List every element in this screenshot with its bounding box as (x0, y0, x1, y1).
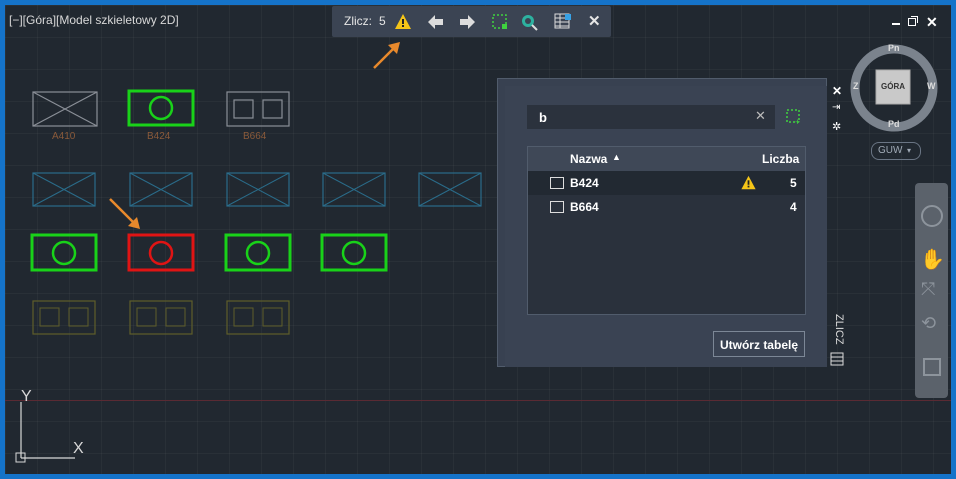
block-label-a410: A410 (52, 131, 76, 142)
column-header-count[interactable]: Liczba (762, 147, 799, 171)
ucs-x-label: X (73, 440, 84, 457)
svg-text:+: + (795, 117, 800, 126)
list-row-b424[interactable]: B424 5 (528, 171, 805, 195)
viewport-controls-label[interactable]: [−][Góra][Model szkieletowy 2D] (9, 13, 179, 27)
count-palette: ✕ + Nazwa ▲ Liczba B424 5 B664 4 Utwórz … (497, 78, 827, 367)
chevron-down-icon: ▾ (907, 146, 912, 155)
ucs-y-label: Y (21, 388, 32, 405)
warning-icon[interactable] (740, 175, 757, 191)
block-a410[interactable] (32, 91, 98, 129)
palette-properties-icon[interactable]: ✲ (832, 120, 841, 133)
viewcube-west[interactable]: Z (853, 81, 859, 91)
ucs-menu-dropdown[interactable]: GUW ▾ (871, 142, 921, 160)
orbit-icon[interactable]: ⟲ (921, 313, 936, 334)
steering-wheel-icon[interactable] (921, 205, 943, 227)
count-toolbar: Zlicz: 5 ✕ (332, 6, 611, 37)
block-b424-instance[interactable] (30, 233, 100, 275)
close-viewport-button[interactable]: ✕ (926, 14, 938, 31)
callout-arrow (109, 198, 140, 229)
viewcube-east[interactable]: W (927, 81, 936, 91)
palette-count-icon (830, 352, 844, 366)
block-icon (550, 177, 564, 189)
column-header-name[interactable]: Nazwa (570, 147, 607, 171)
block-a410-instance[interactable] (32, 172, 98, 208)
row-count: 4 (790, 200, 797, 214)
block-a410-instance[interactable] (226, 172, 292, 208)
previous-arrow-icon[interactable] (427, 13, 445, 31)
restore-viewport-button[interactable] (908, 16, 918, 26)
sort-ascending-icon[interactable]: ▲ (612, 152, 621, 162)
select-objects-icon[interactable] (491, 13, 509, 31)
block-b424-instance[interactable] (224, 233, 294, 275)
zoom-extents-icon[interactable]: ⤧ (921, 279, 935, 300)
select-objects-icon[interactable]: + (785, 108, 803, 126)
row-name: B424 (570, 176, 599, 190)
create-table-button[interactable]: Utwórz tabelę (713, 331, 805, 357)
list-row-b664[interactable]: B664 4 (528, 195, 805, 219)
close-icon[interactable]: ✕ (588, 12, 601, 30)
block-count-list[interactable]: Nazwa ▲ Liczba B424 5 B664 4 (527, 146, 806, 315)
block-b664-instance[interactable] (129, 300, 195, 336)
row-name: B664 (570, 200, 599, 214)
next-arrow-icon[interactable] (458, 13, 476, 31)
block-search-field[interactable]: ✕ (527, 105, 775, 129)
list-header: Nazwa ▲ Liczba (528, 147, 805, 171)
callout-arrow (373, 42, 400, 69)
block-a410-instance[interactable] (418, 172, 484, 208)
block-b664-instance[interactable] (32, 300, 98, 336)
block-icon (550, 201, 564, 213)
clear-search-icon[interactable]: ✕ (755, 108, 766, 124)
count-label: Zlicz: (344, 14, 372, 28)
block-label-b424: B424 (147, 131, 171, 142)
viewcube-north[interactable]: Pn (888, 43, 900, 53)
palette-close-icon[interactable]: ✕ (832, 84, 842, 98)
ucs-menu-label: GUW (878, 145, 903, 156)
insert-table-icon[interactable] (554, 13, 572, 31)
palette-autohide-icon[interactable]: ⇥ (832, 102, 840, 113)
block-b664[interactable] (226, 91, 292, 129)
block-b424-highlighted[interactable] (127, 233, 197, 275)
pan-icon[interactable]: ✋ (920, 247, 945, 272)
search-input[interactable] (539, 108, 739, 126)
viewcube-south[interactable]: Pd (888, 119, 900, 129)
palette-title: ZLICZ (833, 314, 845, 345)
minimize-viewport-button[interactable] (891, 16, 901, 26)
block-b664-instance[interactable] (226, 300, 292, 336)
warning-icon[interactable] (394, 13, 412, 31)
block-b424-selected[interactable] (127, 89, 197, 129)
row-count: 5 (790, 176, 797, 190)
viewcube-face-top[interactable]: GÓRA (881, 82, 905, 91)
count-palette-body: ✕ + Nazwa ▲ Liczba B424 5 B664 4 Utwórz … (505, 86, 827, 367)
showmotion-icon[interactable] (923, 358, 941, 376)
x-axis-line (5, 400, 951, 401)
block-a410-instance[interactable] (322, 172, 388, 208)
zoom-to-object-icon[interactable] (520, 13, 538, 31)
count-value: 5 (379, 14, 386, 28)
block-label-b664: B664 (243, 131, 267, 142)
navigation-bar[interactable]: ✋ ⤧ ⟲ (915, 183, 948, 398)
block-b424-instance[interactable] (320, 233, 390, 275)
